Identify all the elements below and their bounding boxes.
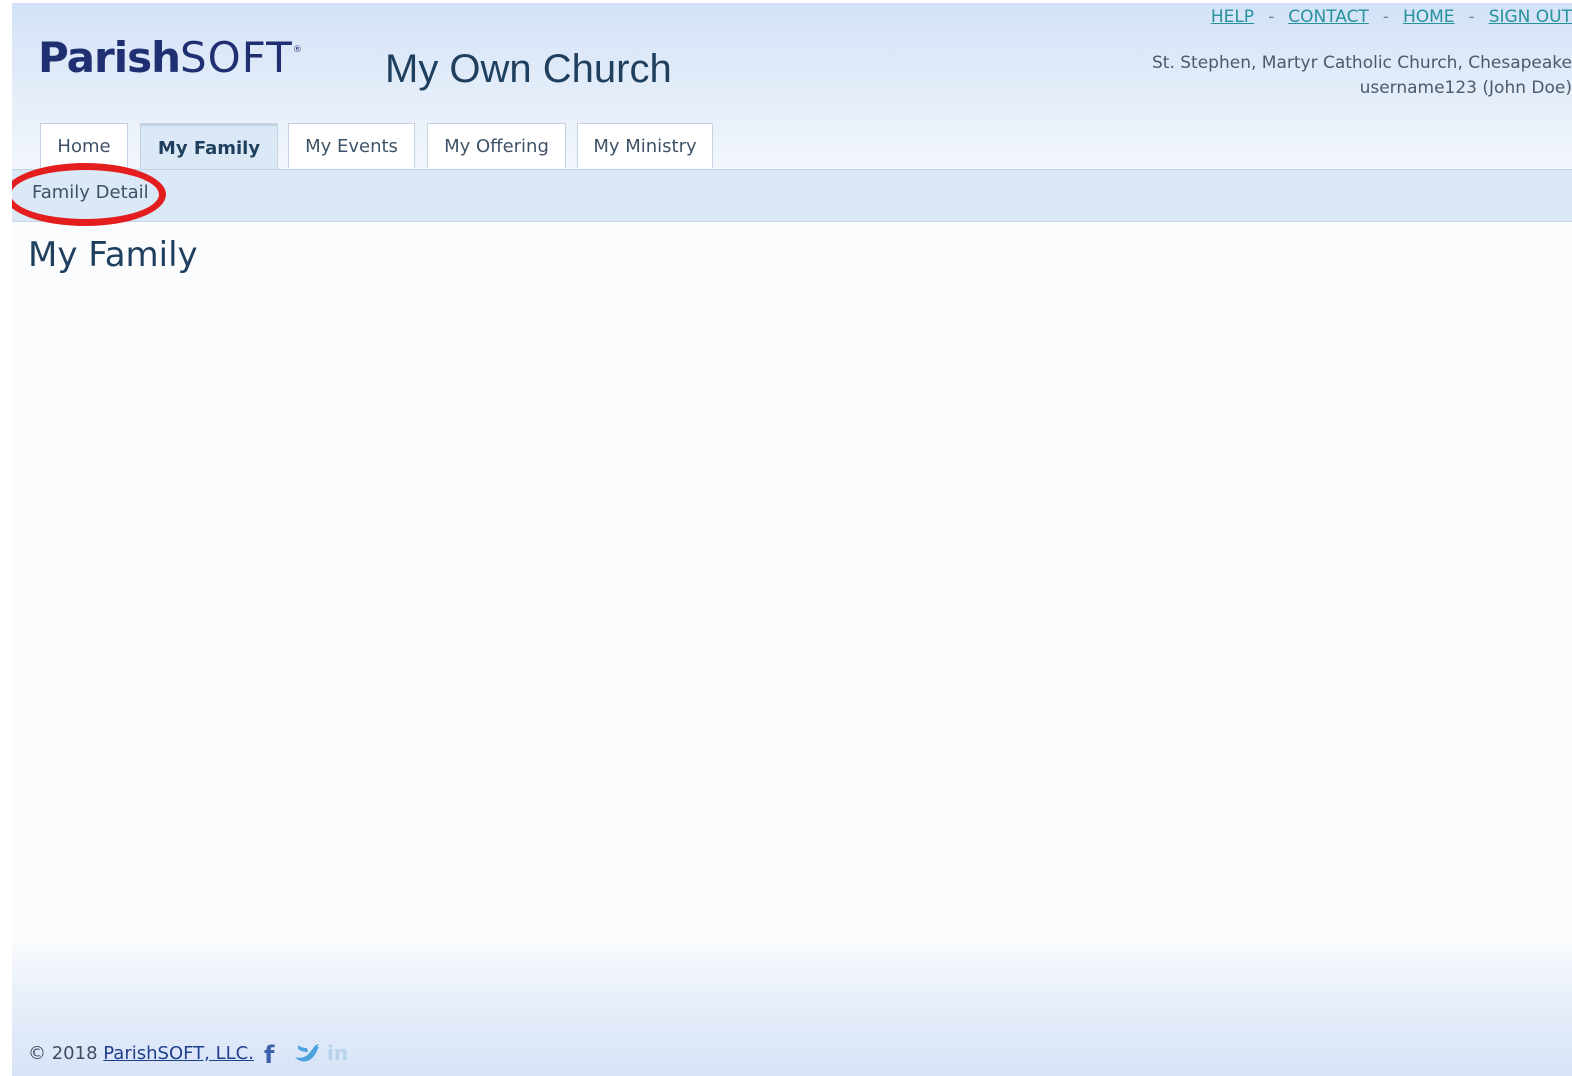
top-links: HELP - CONTACT - HOME - SIGN OUT: [1211, 7, 1572, 27]
footer: © 2018 ParishSOFT, LLC. f in: [12, 933, 1572, 1076]
church-info: St. Stephen, Martyr Catholic Church, Che…: [1152, 51, 1572, 101]
twitter-icon[interactable]: [292, 1037, 322, 1067]
home-link[interactable]: HOME: [1403, 7, 1455, 27]
registered-mark: ®: [292, 45, 302, 55]
header: ParishSOFT® My Own Church HELP - CONTACT - H…: [12, 3, 1572, 169]
link-separator: -: [1268, 7, 1275, 27]
link-separator: -: [1382, 7, 1389, 27]
link-separator: -: [1468, 7, 1475, 27]
tab-home[interactable]: Home: [40, 123, 128, 168]
logo-text-soft: SOFT: [180, 33, 293, 82]
footer-copyright: © 2018 ParishSOFT, LLC.: [28, 1043, 254, 1064]
sign-out-link[interactable]: SIGN OUT: [1489, 7, 1572, 27]
tab-my-family[interactable]: My Family: [140, 123, 278, 169]
page: ParishSOFT® My Own Church HELP - CONTACT - H…: [0, 0, 1572, 1076]
app-frame: ParishSOFT® My Own Church HELP - CONTACT - H…: [12, 3, 1572, 1076]
linkedin-icon[interactable]: in: [327, 1041, 348, 1065]
tab-my-offering[interactable]: My Offering: [427, 123, 566, 168]
user-name: username123 (John Doe): [1359, 78, 1572, 98]
facebook-icon[interactable]: f: [264, 1041, 274, 1069]
parishsoft-logo[interactable]: ParishSOFT®: [38, 33, 302, 93]
contact-link[interactable]: CONTACT: [1288, 7, 1369, 27]
tab-my-events[interactable]: My Events: [288, 123, 415, 168]
logo-text-parish: Parish: [38, 33, 181, 82]
sub-navigation: Family Detail: [12, 169, 1572, 222]
app-title: My Own Church: [385, 47, 672, 91]
tab-my-ministry[interactable]: My Ministry: [577, 123, 713, 168]
help-link[interactable]: HELP: [1211, 7, 1254, 27]
subnav-item-family-detail[interactable]: Family Detail: [32, 182, 149, 203]
page-title: My Family: [28, 235, 198, 275]
church-name: St. Stephen, Martyr Catholic Church, Che…: [1151, 53, 1572, 73]
copyright-text: © 2018: [28, 1043, 98, 1064]
company-link[interactable]: ParishSOFT, LLC.: [103, 1043, 254, 1064]
